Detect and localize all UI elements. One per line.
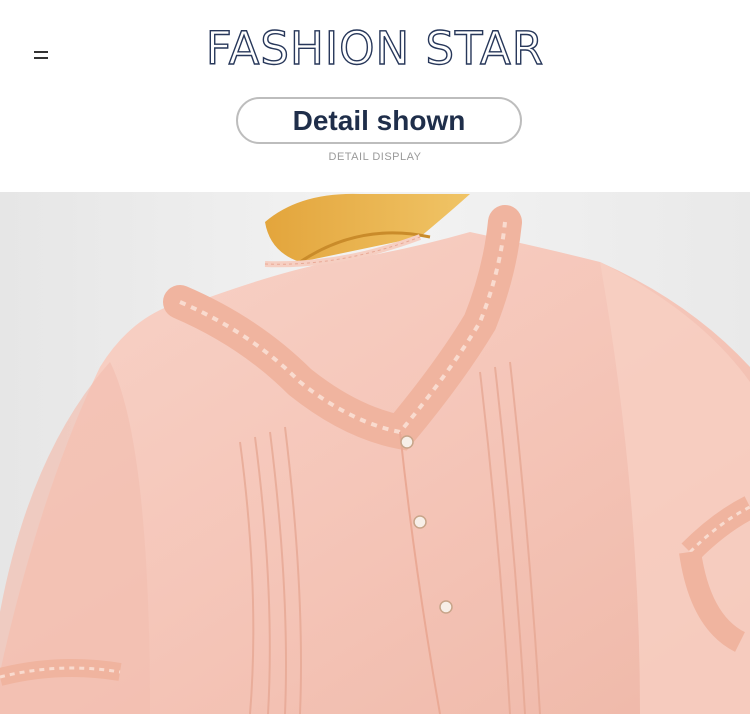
brand-logo-text: FASHION STAR bbox=[205, 21, 545, 75]
section-caption: DETAIL DISPLAY bbox=[328, 151, 422, 163]
product-detail-photo bbox=[0, 192, 750, 714]
section-title: Detail shown bbox=[292, 104, 466, 136]
section-title-pill: Detail shown bbox=[236, 97, 522, 144]
page-header: FASHION STAR Detail shown DETAIL DISPLAY bbox=[0, 0, 750, 192]
